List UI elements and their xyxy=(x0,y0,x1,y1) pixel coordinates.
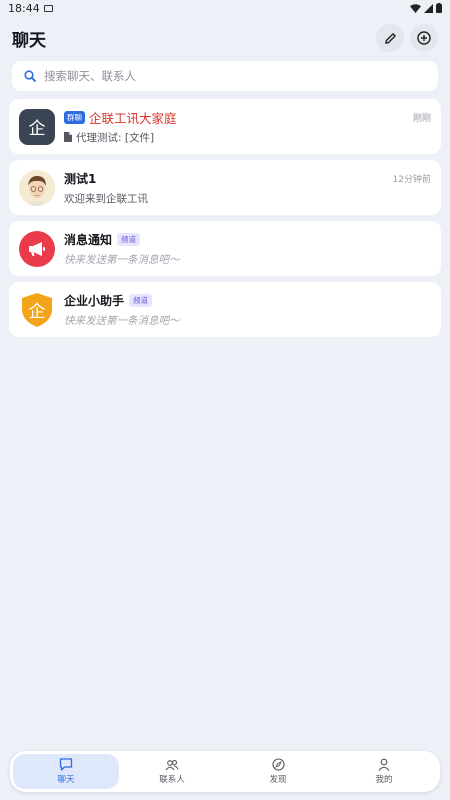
chat-list: 企 群聊 企联工讯大家庭 刚刚 代理测试: [文件] 测试1 12分钟前 欢迎来… xyxy=(9,99,441,343)
chat-time: 12分钟前 xyxy=(392,175,431,185)
channel-badge: 频道 xyxy=(129,294,153,307)
status-time: 18:44 xyxy=(8,1,40,15)
chat-preview: 代理测试: [文件] xyxy=(76,131,155,144)
search-icon xyxy=(24,70,36,82)
add-button[interactable] xyxy=(410,24,438,52)
tab-chats[interactable]: 聊天 xyxy=(13,754,119,789)
chat-item-contact[interactable]: 测试1 12分钟前 欢迎来到企联工讯 xyxy=(9,160,441,215)
chat-bubble-icon xyxy=(59,758,73,771)
tab-me[interactable]: 我的 xyxy=(331,754,437,789)
page-title: 聊天 xyxy=(12,30,46,51)
header: 聊天 xyxy=(0,22,450,54)
megaphone-icon xyxy=(29,241,45,256)
avatar: 企 xyxy=(19,108,55,145)
avatar-text: 企 xyxy=(28,302,46,322)
chat-name: 企联工讯大家庭 xyxy=(89,111,177,126)
signal-icon xyxy=(424,3,433,13)
search-input[interactable] xyxy=(44,69,426,83)
bottom-tab-bar: 聊天 联系人 发现 我的 xyxy=(10,751,440,792)
avatar xyxy=(19,169,55,206)
avatar xyxy=(19,230,55,267)
avatar: 企 xyxy=(19,292,55,328)
chat-time: 刚刚 xyxy=(412,114,431,124)
battery-icon xyxy=(436,3,442,13)
wifi-icon xyxy=(410,3,421,13)
channel-badge: 频道 xyxy=(117,233,141,246)
chat-name: 消息通知 xyxy=(64,233,113,247)
chat-preview: 快来发送第一条消息吧～ xyxy=(64,314,180,327)
edit-button[interactable] xyxy=(376,24,404,52)
plus-circle-icon xyxy=(417,31,431,45)
user-avatar-icon xyxy=(19,169,55,206)
chat-preview: 欢迎来到企联工讯 xyxy=(64,192,148,205)
tab-label: 联系人 xyxy=(159,774,185,785)
tab-label: 我的 xyxy=(375,775,393,785)
chat-name: 企业小助手 xyxy=(64,294,125,308)
avatar-text: 企 xyxy=(28,119,46,139)
contacts-icon xyxy=(165,759,179,770)
compass-icon xyxy=(271,758,285,771)
pencil-icon xyxy=(384,32,396,44)
group-badge: 群聊 xyxy=(64,111,85,124)
tab-discover[interactable]: 发现 xyxy=(225,754,331,789)
chat-item-notice-channel[interactable]: 消息通知 频道 快来发送第一条消息吧～ xyxy=(9,221,441,276)
chat-name: 测试1 xyxy=(64,172,97,186)
file-icon xyxy=(64,132,72,142)
status-bar: 18:44 xyxy=(0,0,450,16)
chat-item-group[interactable]: 企 群聊 企联工讯大家庭 刚刚 代理测试: [文件] xyxy=(9,99,441,154)
tab-contacts[interactable]: 联系人 xyxy=(119,754,225,789)
chat-preview: 快来发送第一条消息吧～ xyxy=(64,253,180,266)
tab-label: 聊天 xyxy=(57,775,75,785)
chat-item-assistant-channel[interactable]: 企 企业小助手 频道 快来发送第一条消息吧～ xyxy=(9,282,441,337)
search-bar[interactable] xyxy=(12,61,438,91)
notification-icon xyxy=(43,4,53,12)
tab-label: 发现 xyxy=(269,775,287,785)
profile-icon xyxy=(378,758,390,771)
